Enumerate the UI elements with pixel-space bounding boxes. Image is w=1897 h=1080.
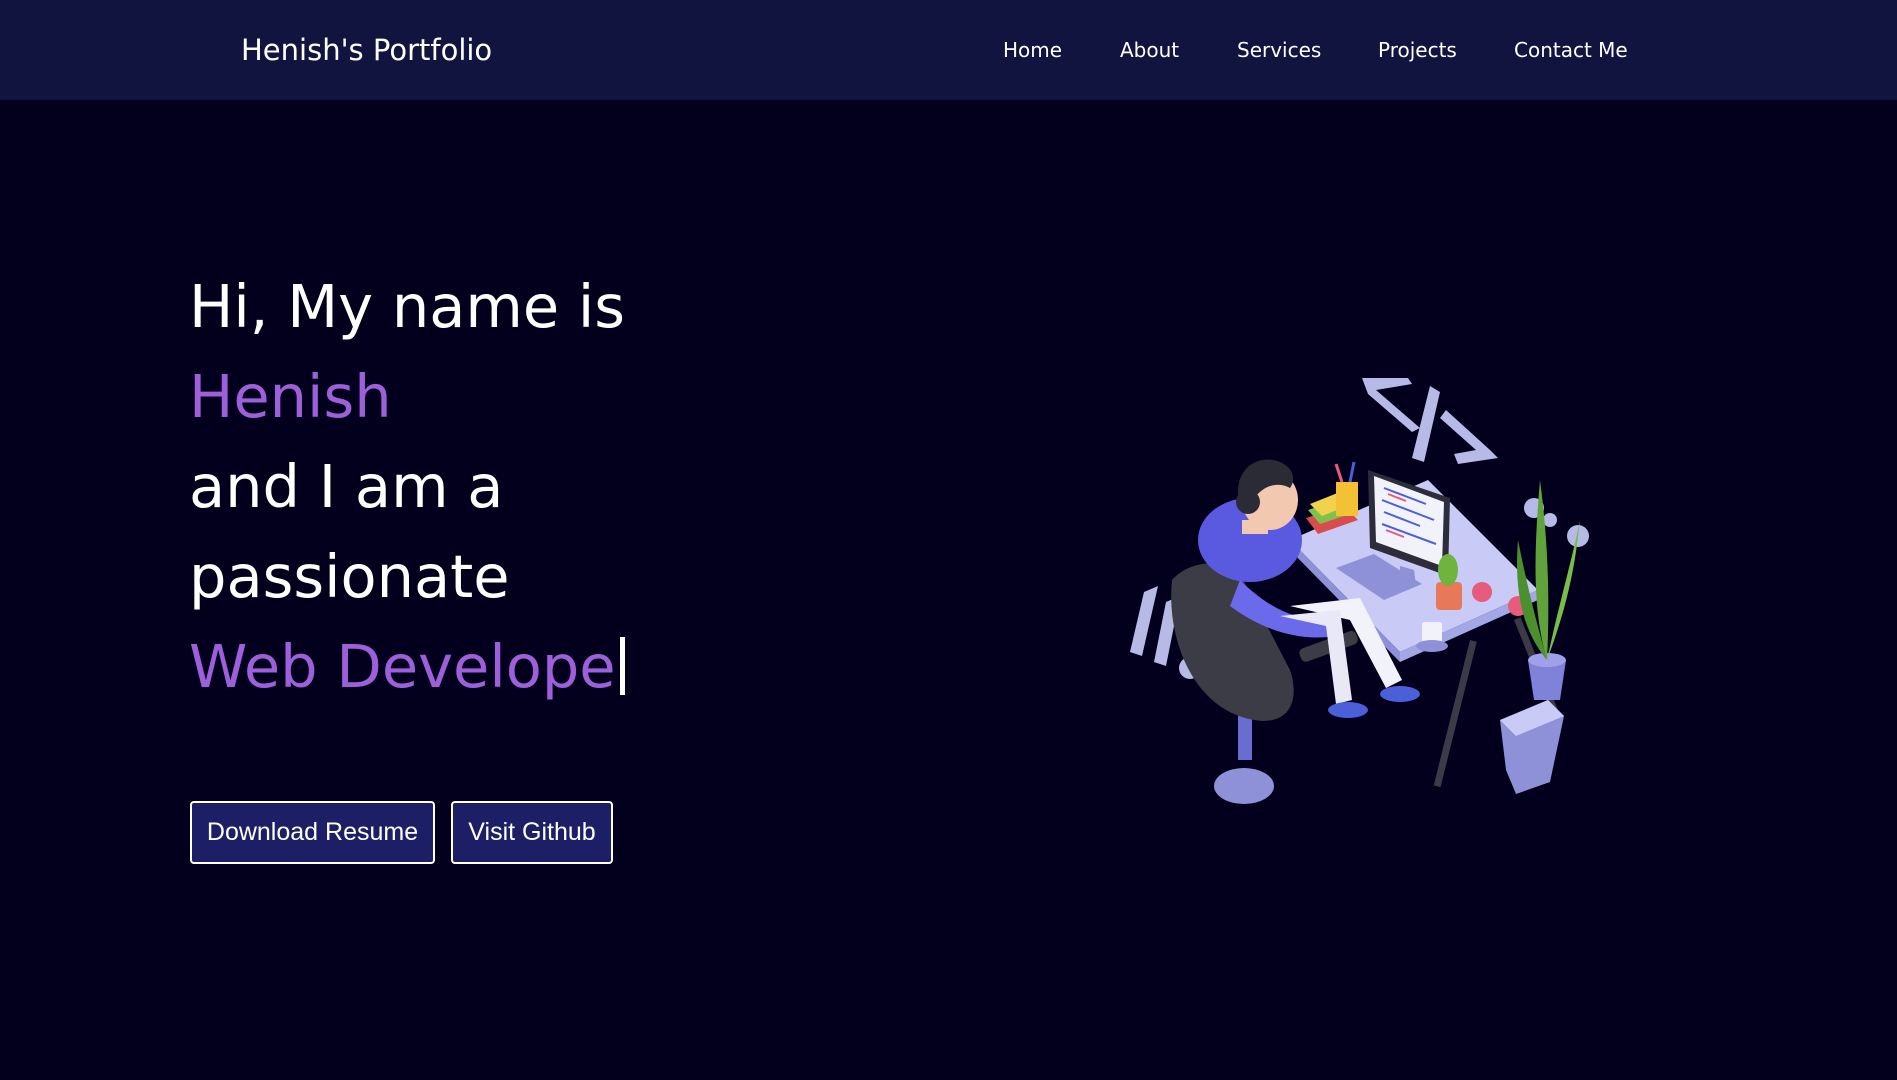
- nav-link-contact[interactable]: Contact Me: [1514, 34, 1628, 66]
- navbar: Henish's Portfolio Home About Services P…: [0, 0, 1897, 100]
- hero-greeting: Hi, My name is: [189, 272, 626, 341]
- hero-heading: Hi, My name is Henish and I am a passion…: [189, 262, 625, 712]
- code-brackets-icon: [1362, 378, 1498, 464]
- hero-role-typed: Web Develope: [189, 632, 616, 701]
- hero-name: Henish: [189, 362, 392, 431]
- nav-links: Home About Services Projects Contact Me: [0, 0, 1897, 100]
- nav-link-projects[interactable]: Projects: [1378, 34, 1457, 66]
- developer-illustration-svg: [1130, 378, 1589, 804]
- hero-adjective: passionate: [189, 542, 510, 611]
- nav-link-services[interactable]: Services: [1237, 34, 1321, 66]
- typing-cursor: [619, 637, 625, 695]
- hero-intro: and I am a: [189, 452, 504, 521]
- visit-github-button[interactable]: Visit Github: [451, 801, 613, 864]
- download-resume-button[interactable]: Download Resume: [190, 801, 435, 864]
- nav-link-about[interactable]: About: [1120, 34, 1179, 66]
- developer-at-desk-illustration: [1130, 370, 1610, 810]
- hero-role-line: Web Develope: [189, 622, 625, 712]
- nav-link-home[interactable]: Home: [1003, 34, 1062, 66]
